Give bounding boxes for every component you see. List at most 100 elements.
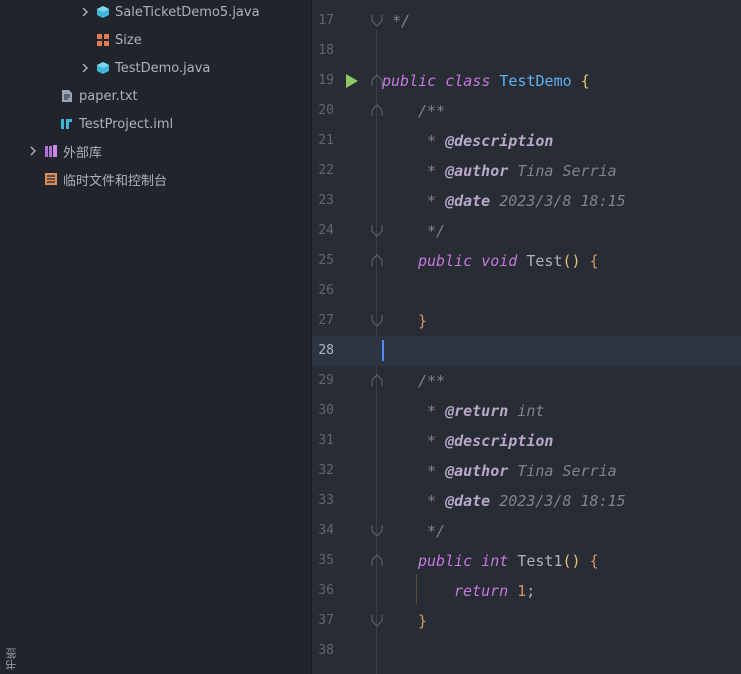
keyword: return xyxy=(454,582,509,600)
code-line: 38 xyxy=(312,636,741,666)
fold-close-icon[interactable] xyxy=(371,614,383,627)
keyword: int xyxy=(481,552,509,570)
brace: { xyxy=(589,252,599,270)
bookmarks-tab[interactable]: 书签 xyxy=(4,646,20,672)
code-line: 18 xyxy=(312,36,741,66)
code-line: 19 public class TestDemo { xyxy=(312,66,741,96)
fold-close-icon[interactable] xyxy=(371,224,383,237)
method-name: Test xyxy=(526,252,563,270)
doc-star: * xyxy=(427,162,437,180)
javadoc-value: Tina Serria xyxy=(517,462,617,480)
parens: () xyxy=(562,552,581,570)
code-line: 34 */ xyxy=(312,516,741,546)
javadoc-value: 2023/3/8 18:15 xyxy=(499,492,626,510)
keyword: class xyxy=(445,72,491,90)
code-line: 35 public int Test1() { xyxy=(312,546,741,576)
brace: } xyxy=(418,312,428,330)
line-number: 24 xyxy=(318,223,334,238)
code-line: 23 * @date 2023/3/8 18:15 xyxy=(312,186,741,216)
line-number: 18 xyxy=(318,43,334,58)
brace: { xyxy=(589,552,599,570)
fold-open-icon[interactable] xyxy=(371,554,383,567)
code-line: 22 * @author Tina Serria xyxy=(312,156,741,186)
tree-item-external-libraries[interactable]: 外部库 xyxy=(0,137,337,165)
java-class-icon xyxy=(96,61,110,75)
javadoc-tag: @date xyxy=(445,492,491,510)
tree-item-label: TestDemo.java xyxy=(115,60,211,76)
code-line: 37 } xyxy=(312,606,741,636)
doc-star: * xyxy=(427,132,437,150)
text-file-icon xyxy=(60,89,74,103)
keyword: public xyxy=(418,552,473,570)
parens: () xyxy=(562,252,581,270)
tree-item-label: TestProject.iml xyxy=(79,116,174,132)
javadoc-value: 2023/3/8 18:15 xyxy=(499,192,626,210)
line-number: 22 xyxy=(318,163,334,178)
line-number: 26 xyxy=(318,283,334,298)
fold-close-icon[interactable] xyxy=(371,314,383,327)
line-number: 32 xyxy=(318,463,334,478)
iml-file-icon xyxy=(60,117,74,131)
line-number: 23 xyxy=(318,193,334,208)
tree-item-scratches[interactable]: 临时文件和控制台 xyxy=(0,165,355,193)
project-tree: SaleTicketDemo5.java Size TestDemo.java … xyxy=(0,0,312,674)
library-icon xyxy=(44,144,58,158)
javadoc-tag: @author xyxy=(445,162,509,180)
line-number: 21 xyxy=(318,133,334,148)
brace: { xyxy=(580,72,590,90)
code-editor[interactable]: 17 */ 18 19 public class TestDemo { 20 /… xyxy=(312,0,741,674)
keyword: void xyxy=(481,252,518,270)
line-number: 27 xyxy=(318,313,334,328)
javadoc-tag: @return xyxy=(445,402,509,420)
doc-comment-end: */ xyxy=(427,222,446,240)
line-number: 29 xyxy=(318,373,334,388)
line-number: 33 xyxy=(318,493,334,508)
line-number: 25 xyxy=(318,253,334,268)
fold-open-icon[interactable] xyxy=(371,104,383,117)
doc-comment-end: */ xyxy=(427,522,446,540)
code-line: 30 * @return int xyxy=(312,396,741,426)
code-line: 36 return 1; xyxy=(312,576,741,606)
enum-icon xyxy=(96,33,110,47)
code-line: 31 * @description xyxy=(312,426,741,456)
text-caret xyxy=(382,340,384,361)
chevron-right-icon[interactable] xyxy=(26,144,40,158)
fold-close-icon[interactable] xyxy=(371,524,383,537)
javadoc-value: int xyxy=(517,402,545,420)
code-line: 33 * @date 2023/3/8 18:15 xyxy=(312,486,741,516)
fold-open-icon[interactable] xyxy=(371,254,383,267)
line-number: 31 xyxy=(318,433,334,448)
doc-star: * xyxy=(427,462,437,480)
doc-comment-start: /** xyxy=(418,102,446,120)
line-number: 35 xyxy=(318,553,334,568)
line-number: 19 xyxy=(318,73,334,88)
doc-comment-start: /** xyxy=(418,372,446,390)
keyword: public xyxy=(418,252,473,270)
doc-star: * xyxy=(427,402,437,420)
line-number: 17 xyxy=(318,13,334,28)
code-line: 29 /** xyxy=(312,366,741,396)
doc-star: * xyxy=(427,192,437,210)
code-line-current: 28 xyxy=(312,336,741,366)
javadoc-tag: @date xyxy=(445,192,491,210)
code-line: 32 * @author Tina Serria xyxy=(312,456,741,486)
fold-open-icon[interactable] xyxy=(371,374,383,387)
code-line: 20 /** xyxy=(312,96,741,126)
line-number: 20 xyxy=(318,103,334,118)
chevron-right-icon[interactable] xyxy=(78,61,92,75)
line-number: 38 xyxy=(318,643,334,658)
javadoc-tag: @description xyxy=(445,432,554,450)
line-number: 28 xyxy=(318,343,334,358)
chevron-right-icon[interactable] xyxy=(78,5,92,19)
java-class-icon xyxy=(96,5,110,19)
code-line: 24 */ xyxy=(312,216,741,246)
tree-item-label: Size xyxy=(115,32,142,48)
tree-item-label: SaleTicketDemo5.java xyxy=(115,4,260,20)
method-name: Test1 xyxy=(517,552,563,570)
scratches-icon xyxy=(44,172,58,186)
line-number: 36 xyxy=(318,583,334,598)
fold-close-icon[interactable] xyxy=(371,14,383,27)
line-number: 37 xyxy=(318,613,334,628)
doc-star: * xyxy=(427,492,437,510)
run-icon[interactable] xyxy=(344,73,360,89)
